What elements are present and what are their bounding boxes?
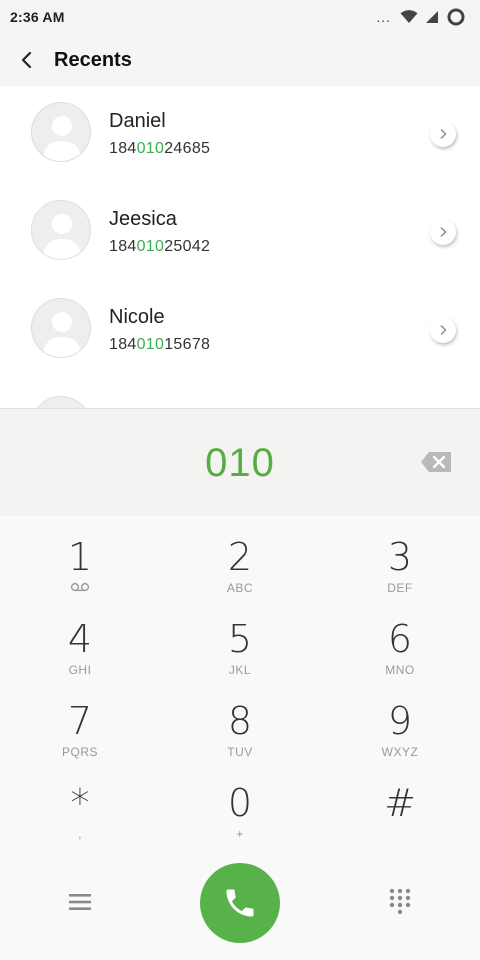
key-digit: 5	[227, 617, 253, 661]
list-item-partial[interactable]	[0, 380, 480, 408]
battery-ring-icon	[447, 8, 465, 26]
status-icons: ...	[376, 7, 466, 27]
key-letters: DEF	[387, 581, 413, 595]
key-2[interactable]: 2 ABC	[160, 526, 320, 608]
key-letters: PQRS	[61, 745, 98, 759]
call-button[interactable]	[200, 863, 280, 943]
dial-display: 010	[0, 408, 480, 516]
avatar	[31, 396, 91, 408]
key-digit: 1	[67, 535, 93, 579]
contact-name: Jeesica	[109, 208, 177, 230]
number-match: 010	[136, 140, 165, 157]
key-letters: ,	[78, 827, 82, 841]
contact-number: 18401024685	[109, 140, 210, 158]
key-digit: 2	[227, 535, 253, 579]
key-letters: MNO	[385, 663, 415, 677]
menu-icon	[69, 894, 91, 910]
number-match: 010	[136, 336, 165, 353]
person-silhouette-icon	[32, 397, 91, 408]
key-9[interactable]: 9 WXYZ	[320, 690, 480, 772]
voicemail-icon	[70, 582, 90, 592]
contact-number: 18401025042	[109, 238, 210, 256]
more-notifications-icon: ...	[376, 9, 391, 25]
key-letters: GHI	[68, 663, 92, 677]
menu-button[interactable]	[62, 890, 98, 914]
contact-detail-button[interactable]	[430, 121, 456, 147]
list-item[interactable]: Nicole 18401015678	[0, 282, 480, 380]
status-bar: 2:36 AM ...	[0, 0, 480, 34]
number-suffix: 25042	[164, 238, 211, 255]
contact-detail-button[interactable]	[430, 219, 456, 245]
key-letters: WXYZ	[381, 745, 419, 759]
key-digit: 4	[67, 617, 93, 661]
key-digit: *	[70, 781, 90, 825]
key-digit: 0	[227, 781, 253, 825]
person-silhouette-icon	[43, 116, 81, 161]
key-7[interactable]: 7 PQRS	[0, 690, 160, 772]
number-match: 010	[136, 238, 165, 255]
contact-number: 18401015678	[109, 336, 210, 354]
backspace-button[interactable]	[420, 451, 452, 473]
key-8[interactable]: 8 TUV	[160, 690, 320, 772]
key-0[interactable]: 0 +	[160, 772, 320, 854]
key-digit: 9	[387, 699, 413, 743]
number-prefix: 184	[109, 140, 137, 157]
dialpad-button[interactable]	[384, 886, 416, 918]
number-suffix: 24685	[164, 140, 211, 157]
key-digit: 3	[387, 535, 413, 579]
key-4[interactable]: 4 GHI	[0, 608, 160, 690]
number-prefix: 184	[109, 238, 137, 255]
chevron-right-icon	[440, 129, 447, 139]
recents-list[interactable]: Daniel 18401024685 Jeesica 18401025042 N…	[0, 86, 480, 408]
wifi-icon	[400, 10, 418, 23]
key-letters	[70, 580, 90, 596]
key-letters: TUV	[227, 745, 253, 759]
phone-icon	[226, 889, 254, 917]
key-letters: +	[236, 827, 244, 841]
key-1[interactable]: 1	[0, 526, 160, 608]
app-bar: Recents	[0, 34, 480, 86]
key-digit: 6	[387, 617, 413, 661]
cell-signal-icon	[426, 11, 438, 23]
key-digit: 8	[227, 699, 253, 743]
avatar	[31, 102, 91, 162]
page-title: Recents	[54, 48, 132, 71]
list-item[interactable]: Jeesica 18401025042	[0, 184, 480, 282]
dialed-number: 010	[205, 441, 275, 485]
chevron-right-icon	[440, 325, 447, 335]
key-5[interactable]: 5 JKL	[160, 608, 320, 690]
avatar	[31, 298, 91, 358]
person-silhouette-icon	[43, 312, 81, 357]
avatar	[31, 200, 91, 260]
number-suffix: 15678	[164, 336, 211, 353]
key-star[interactable]: * ,	[0, 772, 160, 854]
key-letters: JKL	[228, 663, 252, 677]
person-silhouette-icon	[43, 214, 81, 259]
key-hash[interactable]: #	[320, 772, 480, 854]
backspace-icon	[421, 452, 451, 472]
contact-detail-button[interactable]	[430, 317, 456, 343]
chevron-right-icon	[440, 227, 447, 237]
key-digit: 7	[67, 699, 93, 743]
number-prefix: 184	[109, 336, 137, 353]
bottom-bar	[0, 856, 480, 960]
key-letters: ABC	[226, 581, 254, 595]
contact-name: Daniel	[109, 110, 166, 132]
key-digit: #	[384, 781, 416, 825]
key-3[interactable]: 3 DEF	[320, 526, 480, 608]
chevron-left-icon	[21, 51, 32, 69]
key-6[interactable]: 6 MNO	[320, 608, 480, 690]
back-button[interactable]	[0, 34, 54, 86]
list-item[interactable]: Daniel 18401024685	[0, 86, 480, 184]
contact-name: Nicole	[109, 306, 165, 328]
dialpad-icon	[389, 888, 411, 915]
status-time: 2:36 AM	[10, 9, 65, 25]
